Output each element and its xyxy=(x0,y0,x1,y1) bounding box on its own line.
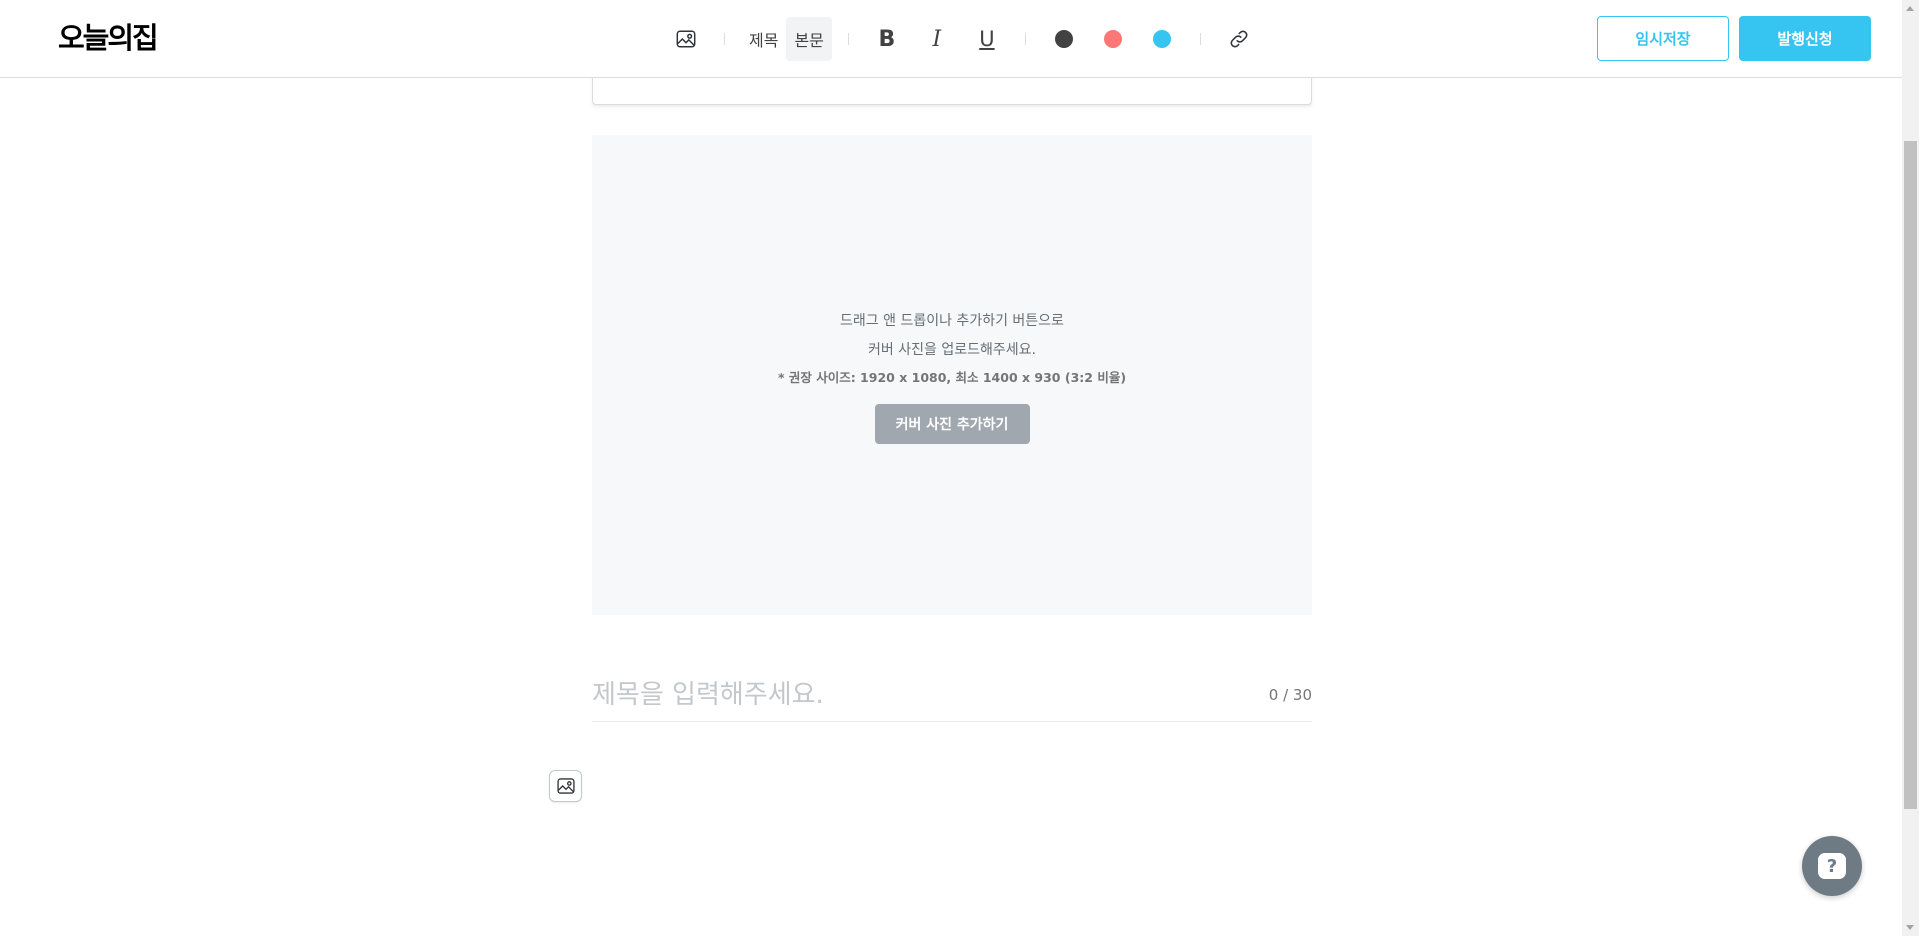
toolbar-divider xyxy=(847,33,849,45)
save-draft-button[interactable]: 임시저장 xyxy=(1597,16,1729,61)
image-icon xyxy=(676,30,696,48)
page-scrollbar[interactable] xyxy=(1902,0,1919,936)
cover-size-note: * 권장 사이즈: 1920 x 1080, 최소 1400 x 930 (3:… xyxy=(777,369,1127,385)
cover-upload-area[interactable]: 드래그 앤 드롭이나 추가하기 버튼으로 커버 사진을 업로드해주세요. * 권… xyxy=(592,135,1312,615)
cover-instruction-line1: 드래그 앤 드롭이나 추가하기 버튼으로 xyxy=(840,312,1064,329)
color-red-button[interactable] xyxy=(1091,17,1135,61)
title-input[interactable] xyxy=(592,679,1192,710)
italic-button[interactable]: I xyxy=(915,17,959,61)
scroll-thumb[interactable] xyxy=(1904,141,1917,809)
header-actions: 임시저장 발행신청 xyxy=(1597,16,1871,61)
editor-toolbar: 제목 본문 B I U xyxy=(664,16,1261,62)
heading-style-button[interactable]: 제목 xyxy=(741,17,786,61)
insert-link-button[interactable] xyxy=(1217,17,1261,61)
add-cover-photo-button[interactable]: 커버 사진 추가하기 xyxy=(874,403,1030,444)
title-char-counter: 0 / 30 xyxy=(1268,685,1312,704)
help-button[interactable]: ? xyxy=(1802,836,1862,896)
insert-image-button[interactable] xyxy=(664,17,708,61)
cover-instruction-line2: 커버 사진을 업로드해주세요. xyxy=(868,341,1036,358)
link-icon xyxy=(1230,30,1248,48)
toolbar-divider xyxy=(724,33,725,45)
toolbar-divider xyxy=(1199,33,1201,45)
image-icon xyxy=(556,778,575,794)
help-icon: ? xyxy=(1818,853,1846,879)
toolbar-divider xyxy=(1024,33,1026,45)
color-dark-button[interactable] xyxy=(1042,17,1086,61)
bold-button[interactable]: B xyxy=(865,17,909,61)
color-red-swatch xyxy=(1103,30,1122,48)
logo[interactable]: 오늘의집 xyxy=(58,20,159,56)
publish-request-button[interactable]: 발행신청 xyxy=(1739,16,1871,61)
app-header: 오늘의집 제목 본문 B I U 임시저장 발행신청 xyxy=(0,0,1902,78)
title-row: 0 / 30 xyxy=(592,668,1312,722)
body-style-button[interactable]: 본문 xyxy=(786,17,832,61)
scroll-up-arrow-icon[interactable] xyxy=(1906,6,1914,11)
scroll-down-arrow-icon[interactable] xyxy=(1906,925,1914,930)
color-dark-swatch xyxy=(1054,30,1073,48)
color-blue-swatch xyxy=(1152,30,1171,48)
insert-inline-image-button[interactable] xyxy=(549,770,582,802)
color-blue-button[interactable] xyxy=(1140,17,1184,61)
underline-button[interactable]: U xyxy=(965,17,1009,61)
